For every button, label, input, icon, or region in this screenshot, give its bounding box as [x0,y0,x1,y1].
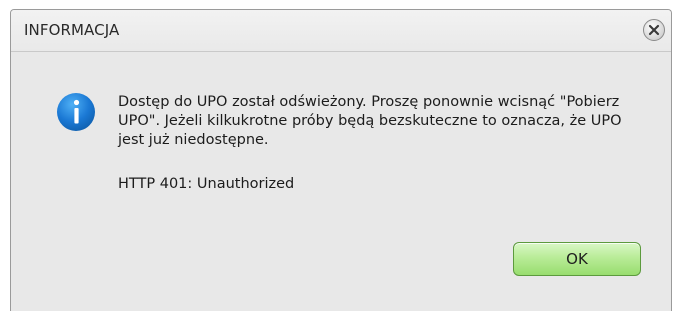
dialog-title: INFORMACJA [24,21,120,39]
close-icon [648,24,660,36]
dialog-content: Dostęp do UPO został odświeżony. Proszę … [11,52,671,311]
http-status-text: HTTP 401: Unauthorized [118,176,295,192]
message-text: Dostęp do UPO został odświeżony. Proszę … [118,94,622,148]
dialog-title-bar[interactable]: INFORMACJA [11,10,671,52]
info-icon [57,93,95,131]
information-dialog: INFORMACJA Dostęp do UPO został odświeżo… [10,9,672,311]
close-button[interactable] [643,19,665,41]
dialog-message: Dostęp do UPO został odświeżony. Proszę … [118,93,638,150]
ok-button[interactable]: OK [513,242,641,276]
